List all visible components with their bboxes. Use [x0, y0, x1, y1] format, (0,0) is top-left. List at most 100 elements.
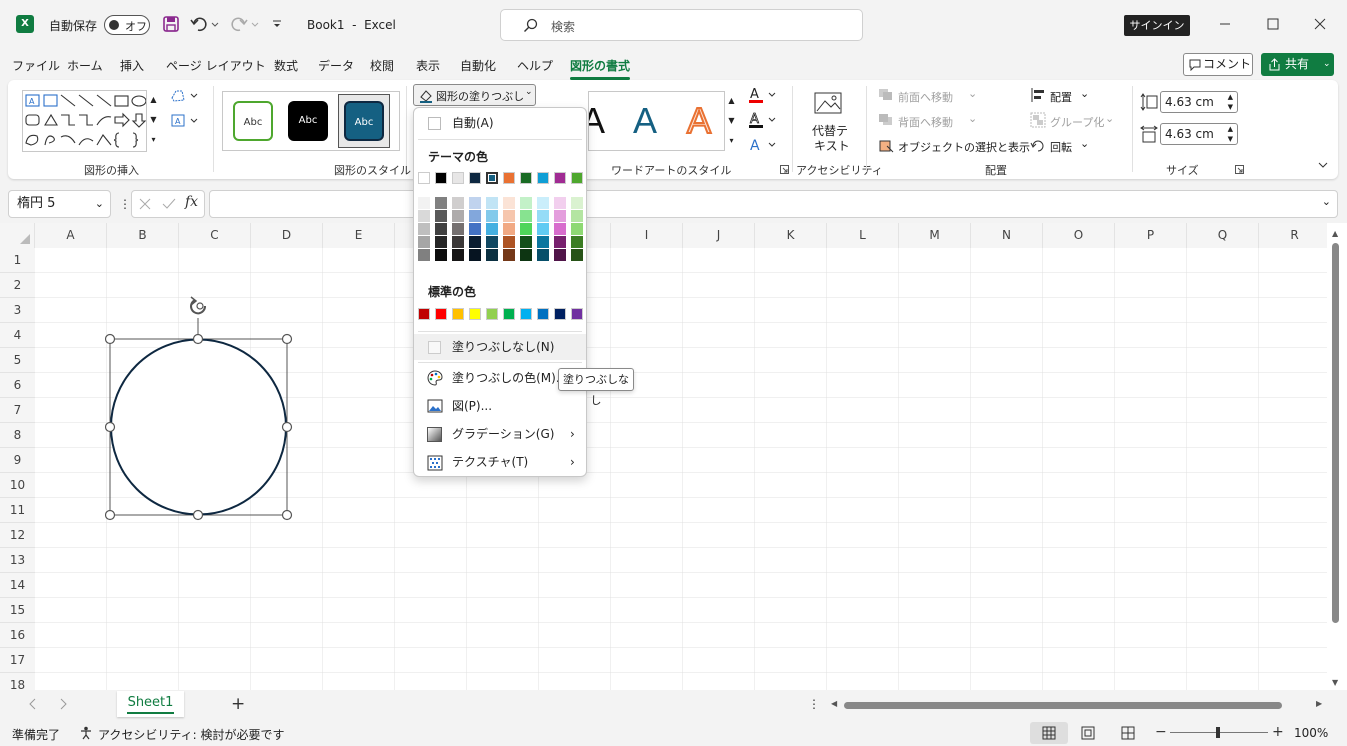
column-header-P[interactable]: P — [1115, 223, 1187, 248]
save-icon[interactable] — [162, 15, 180, 33]
row-header-2[interactable]: 2 — [0, 273, 35, 298]
tab-1[interactable]: ホーム — [67, 57, 103, 74]
standard-color-swatch[interactable] — [418, 308, 430, 320]
row-header-3[interactable]: 3 — [0, 298, 35, 323]
shapes-scroll[interactable]: ▲ ▼ ▾ — [146, 90, 160, 152]
prev-sheet-icon[interactable] — [28, 698, 36, 710]
theme-shade-swatch[interactable] — [435, 236, 447, 248]
theme-shade-swatch[interactable] — [435, 210, 447, 222]
column-header-A[interactable]: A — [35, 223, 107, 248]
column-header-R[interactable]: R — [1259, 223, 1331, 248]
tab-8[interactable]: 自動化 — [460, 57, 496, 74]
theme-shade-swatch[interactable] — [418, 236, 430, 248]
theme-shade-swatch[interactable] — [537, 249, 549, 261]
theme-shade-swatch[interactable] — [571, 210, 583, 222]
standard-color-swatch[interactable] — [554, 308, 566, 320]
shape-style-black[interactable]: Abc — [288, 101, 328, 141]
text-box-icon[interactable]: A — [170, 113, 200, 129]
next-sheet-icon[interactable] — [60, 698, 68, 710]
horizontal-scrollbar[interactable]: ◀ ▶ — [828, 698, 1328, 712]
wordart-blue[interactable]: A — [633, 100, 657, 142]
shape-style-green-outline[interactable]: Abc — [233, 101, 273, 141]
standard-color-swatch[interactable] — [520, 308, 532, 320]
name-box-dropdown-icon[interactable]: ⌄ — [95, 191, 104, 217]
menu-item-gradient[interactable]: グラデーション(G) › — [414, 421, 586, 447]
theme-shade-swatch[interactable] — [554, 210, 566, 222]
theme-shade-swatch[interactable] — [486, 249, 498, 261]
theme-shade-swatch[interactable] — [537, 197, 549, 209]
theme-shade-swatch[interactable] — [554, 223, 566, 235]
tab-9[interactable]: ヘルプ — [517, 57, 553, 74]
theme-shade-swatch[interactable] — [469, 223, 481, 235]
theme-shade-swatch[interactable] — [571, 236, 583, 248]
undo-icon[interactable] — [190, 15, 220, 33]
theme-shade-swatch[interactable] — [537, 223, 549, 235]
shapes-gallery[interactable]: A — [22, 90, 160, 152]
rotate-button[interactable]: 回転 — [1050, 139, 1072, 155]
standard-color-swatch[interactable] — [486, 308, 498, 320]
column-header-E[interactable]: E — [323, 223, 395, 248]
text-fill-icon[interactable]: A — [748, 86, 778, 104]
row-header-4[interactable]: 4 — [0, 323, 35, 348]
scroll-up-icon[interactable]: ▲ — [1332, 229, 1338, 238]
scroll-left-icon[interactable]: ◀ — [831, 699, 837, 708]
autosave-toggle[interactable]: オフ — [104, 15, 150, 35]
tab-4[interactable]: 数式 — [274, 57, 298, 74]
column-header-Q[interactable]: Q — [1187, 223, 1259, 248]
rotate-handle-icon[interactable] — [190, 296, 207, 315]
tab-3[interactable]: ページ レイアウト — [166, 57, 266, 74]
theme-shade-swatch[interactable] — [435, 223, 447, 235]
column-header-C[interactable]: C — [179, 223, 251, 248]
select-all-corner[interactable] — [0, 223, 35, 248]
theme-shade-swatch[interactable] — [571, 197, 583, 209]
theme-shade-swatch[interactable] — [554, 197, 566, 209]
theme-shade-swatch[interactable] — [418, 249, 430, 261]
insert-function-icon[interactable]: fx — [185, 194, 198, 210]
theme-shade-swatch[interactable] — [452, 197, 464, 209]
zoom-slider-thumb[interactable] — [1216, 727, 1220, 738]
row-header-10[interactable]: 10 — [0, 473, 35, 498]
edit-shape-icon[interactable] — [170, 88, 200, 104]
tab-6[interactable]: 校閲 — [370, 57, 394, 74]
row-header-15[interactable]: 15 — [0, 598, 35, 623]
text-effects-icon[interactable]: A — [748, 136, 778, 154]
theme-color-swatch[interactable] — [520, 172, 532, 184]
theme-color-swatch[interactable] — [452, 172, 464, 184]
theme-color-swatch[interactable] — [554, 172, 566, 184]
vertical-scroll-thumb[interactable] — [1332, 243, 1339, 623]
minimize-icon[interactable] — [1218, 17, 1232, 31]
tab-7[interactable]: 表示 — [416, 57, 440, 74]
text-outline-icon[interactable]: A — [748, 111, 778, 129]
theme-color-swatch[interactable] — [503, 172, 515, 184]
standard-color-swatch[interactable] — [452, 308, 464, 320]
fill-button[interactable]: 図形の塗りつぶし ⌄ — [413, 84, 536, 106]
menu-item-no-fill[interactable]: 塗りつぶしなし(N) — [414, 334, 586, 360]
theme-shade-swatch[interactable] — [486, 197, 498, 209]
page-break-icon[interactable] — [1121, 726, 1135, 740]
normal-view-icon[interactable] — [1030, 722, 1068, 744]
wordart-launcher-icon[interactable] — [780, 165, 789, 174]
zoom-slider[interactable] — [1170, 727, 1268, 738]
column-header-K[interactable]: K — [755, 223, 827, 248]
row-header-12[interactable]: 12 — [0, 523, 35, 548]
row-header-17[interactable]: 17 — [0, 648, 35, 673]
name-box[interactable]: 楕円 5 ⌄ — [8, 190, 111, 218]
formula-expand-icon[interactable]: ⌄ — [1322, 195, 1331, 208]
selection-pane-button[interactable]: オブジェクトの選択と表示 — [898, 139, 1030, 155]
theme-shade-swatch[interactable] — [571, 249, 583, 261]
search-input[interactable]: 検索 — [500, 9, 863, 41]
formula-input[interactable]: ⌄ — [209, 190, 1338, 218]
theme-shade-swatch[interactable] — [435, 197, 447, 209]
theme-shade-swatch[interactable] — [452, 236, 464, 248]
alt-text-icon[interactable] — [813, 89, 845, 117]
theme-shade-swatch[interactable] — [520, 249, 532, 261]
tab-0[interactable]: ファイル — [12, 57, 60, 74]
column-header-I[interactable]: I — [611, 223, 683, 248]
zoom-in-icon[interactable]: + — [1272, 724, 1284, 740]
row-header-5[interactable]: 5 — [0, 348, 35, 373]
formula-bar-menu-icon[interactable]: ⋮ — [119, 197, 131, 211]
width-stepper-icon[interactable]: ▲ ▼ — [1228, 124, 1233, 144]
rotate-dropdown-icon[interactable]: ⌄ — [1080, 137, 1089, 150]
column-header-N[interactable]: N — [971, 223, 1043, 248]
theme-shade-swatch[interactable] — [452, 223, 464, 235]
